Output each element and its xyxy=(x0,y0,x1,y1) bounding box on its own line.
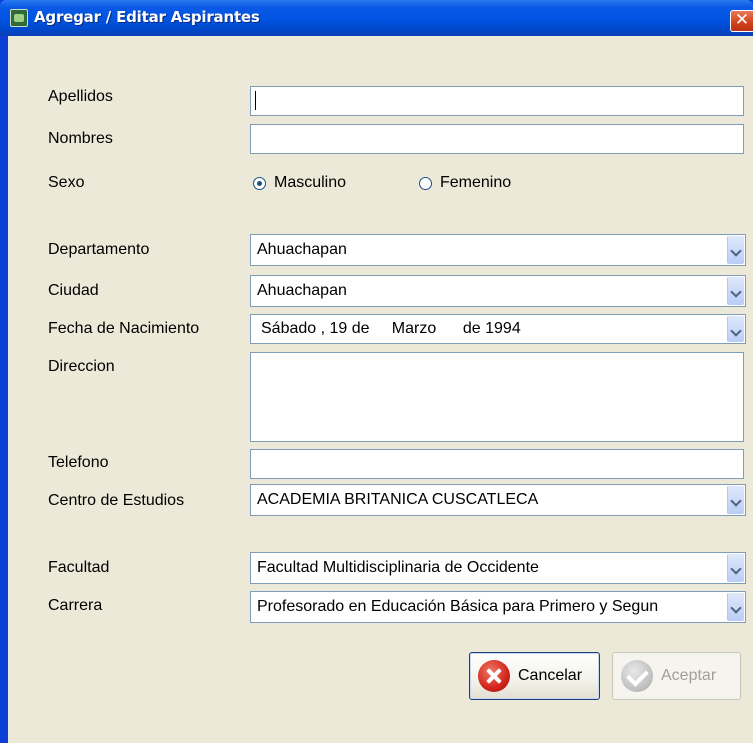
direccion-textarea[interactable] xyxy=(250,352,744,442)
cancel-button-label: Cancelar xyxy=(518,667,583,684)
departamento-value: Ahuachapan xyxy=(257,241,347,258)
close-icon[interactable]: ✕ xyxy=(730,10,753,32)
label-centro-estudios: Centro de Estudios xyxy=(48,492,185,509)
facultad-select[interactable]: Facultad Multidisciplinaria de Occidente xyxy=(250,552,746,584)
cancel-button[interactable]: Cancelar xyxy=(469,652,600,700)
chevron-down-icon[interactable] xyxy=(727,236,744,264)
app-icon xyxy=(10,9,28,27)
radio-femenino-label: Femenino xyxy=(440,174,512,191)
cancel-x-icon xyxy=(478,660,510,692)
check-icon xyxy=(621,660,653,692)
radio-femenino[interactable]: Femenino xyxy=(419,174,511,192)
label-sexo: Sexo xyxy=(48,174,85,191)
chevron-down-icon[interactable] xyxy=(727,593,744,621)
carrera-select[interactable]: Profesorado en Educación Básica para Pri… xyxy=(250,591,746,623)
chevron-down-icon[interactable] xyxy=(727,277,744,305)
ciudad-select[interactable]: Ahuachapan xyxy=(250,275,746,307)
accept-button-label: Aceptar xyxy=(661,667,717,684)
label-carrera: Carrera xyxy=(48,597,103,614)
fecha-nacimiento-value: Sábado , 19 de Marzo de 1994 xyxy=(261,320,521,337)
radio-unselected-icon xyxy=(419,176,432,190)
fecha-nacimiento-picker[interactable]: Sábado , 19 de Marzo de 1994 xyxy=(250,314,746,344)
chevron-down-icon[interactable] xyxy=(727,316,744,342)
centro-estudios-value: ACADEMIA BRITANICA CUSCATLECA xyxy=(257,491,539,508)
dialog-window: Agregar / Editar Aspirantes ✕ Apellidos … xyxy=(0,0,753,743)
label-apellidos: Apellidos xyxy=(48,88,113,105)
label-telefono: Telefono xyxy=(48,454,109,471)
label-direccion: Direccion xyxy=(48,358,115,375)
telefono-input[interactable] xyxy=(250,449,744,479)
ciudad-value: Ahuachapan xyxy=(257,282,347,299)
label-ciudad: Ciudad xyxy=(48,282,99,299)
radio-masculino-label: Masculino xyxy=(274,174,347,191)
nombres-input[interactable] xyxy=(250,124,744,154)
accept-button[interactable]: Aceptar xyxy=(612,652,741,700)
title-bar[interactable]: Agregar / Editar Aspirantes ✕ xyxy=(0,0,753,36)
label-departamento: Departamento xyxy=(48,241,150,258)
chevron-down-icon[interactable] xyxy=(727,554,744,582)
radio-selected-icon xyxy=(253,176,266,190)
facultad-value: Facultad Multidisciplinaria de Occidente xyxy=(257,559,539,576)
departamento-select[interactable]: Ahuachapan xyxy=(250,234,746,266)
apellidos-input[interactable] xyxy=(250,86,744,116)
label-nombres: Nombres xyxy=(48,130,113,147)
label-fecha-nacimiento: Fecha de Nacimiento xyxy=(48,320,200,337)
carrera-value: Profesorado en Educación Básica para Pri… xyxy=(257,598,659,615)
centro-estudios-select[interactable]: ACADEMIA BRITANICA CUSCATLECA xyxy=(250,484,746,516)
text-caret xyxy=(255,91,256,110)
window-title: Agregar / Editar Aspirantes xyxy=(34,8,260,26)
form-panel: Apellidos Nombres Sexo Masculino Femenin… xyxy=(8,36,753,743)
label-facultad: Facultad xyxy=(48,559,110,576)
chevron-down-icon[interactable] xyxy=(727,486,744,514)
radio-masculino[interactable]: Masculino xyxy=(253,174,346,192)
